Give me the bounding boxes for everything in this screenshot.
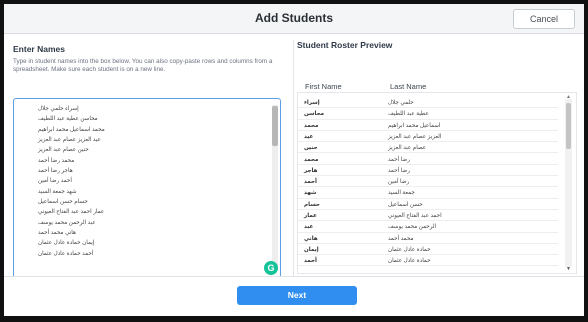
enter-names-title: Enter Names [13, 44, 65, 54]
table-row: حسام حسن اسماعيل [298, 200, 558, 210]
textarea-scrollbar-thumb[interactable] [272, 106, 278, 146]
textarea-line: إسراء حلمي جلال [38, 106, 79, 112]
first-name-cell: عيد [304, 133, 314, 140]
table-row: محاسن عطية عبد اللطيف [298, 109, 558, 120]
textarea-line: شهد جمعة السيد [38, 188, 77, 195]
table-row: عبد الرحمن محمد يوسف [298, 222, 558, 233]
last-name-cell: جمعة السيد [388, 190, 415, 197]
textarea-line: هاجر رضا أحمد [38, 168, 73, 175]
first-name-cell: محمد [304, 122, 319, 129]
last-name-cell: حمادة عادل عثمان [388, 246, 431, 253]
last-name-cell: احمد عبد الفتاح العيوني [388, 213, 442, 219]
first-name-cell: أحمد [304, 179, 317, 186]
last-name-cell: عطية عبد اللطيف [388, 111, 429, 118]
textarea-line: حسام حسن اسماعيل [38, 199, 88, 206]
last-name-cell: رضا أحمد [388, 156, 410, 163]
roster-preview-table: إسراء حلمي جلال محاسن عطية عبد اللطيف محمد اس… [297, 92, 577, 274]
textarea-line: عبد الرحمن محمد يوسف [38, 219, 96, 226]
last-name-header: Last Name [390, 82, 427, 91]
table-row: إيمان حمادة عادل عثمان [298, 245, 558, 256]
last-name-cell: حلمي جلال [388, 100, 414, 106]
table-row: هاجر رضا أحمد [298, 166, 558, 177]
last-name-cell: اسماعيل محمد ابراهيم [388, 122, 441, 129]
last-name-cell: رضا أمين [388, 179, 410, 186]
textarea-line: هاني محمد أحمد [38, 230, 76, 237]
textarea-line: أحمد حمادة عادل عثمان [38, 250, 94, 257]
table-row: حنين عصام عبد العزيز [298, 143, 558, 154]
first-name-cell: شهد [304, 190, 317, 197]
last-name-cell: محمد أحمد [388, 235, 414, 242]
enter-names-section: Enter Names Type in student names into t… [13, 44, 283, 278]
last-name-cell: حمادة عادل عثمان [388, 258, 431, 265]
dialog-header: Add Students Cancel [4, 4, 584, 34]
first-name-header: First Name [305, 82, 342, 91]
textarea-line: محاسن عطية عبد اللطيف [38, 116, 98, 123]
table-row: أحمد رضا أمين [298, 177, 558, 188]
table-row: محمد رضا أحمد [298, 155, 558, 165]
first-name-cell: أحمد [304, 258, 317, 265]
table-row: هاني محمد أحمد [298, 234, 558, 244]
first-name-cell: حسام [304, 201, 320, 208]
first-name-cell: محاسن [304, 111, 325, 118]
last-name-cell: رضا أحمد [388, 167, 410, 174]
textarea-line: محمد رضا أحمد [38, 157, 75, 164]
names-textarea[interactable]: إسراء حلمي جلال محاسن عطية عبد اللطيف محمد… [13, 98, 281, 278]
dialog-footer: Next [4, 276, 584, 312]
textarea-line: أحمد رضا أمين [38, 178, 72, 185]
table-row: إسراء حلمي جلال [298, 98, 558, 109]
section-divider [293, 40, 294, 280]
first-name-cell: حنين [304, 145, 318, 152]
first-name-cell: هاني [304, 235, 318, 242]
table-row: محمد اسماعيل محمد ابراهيم [298, 121, 558, 131]
cancel-button[interactable]: Cancel [513, 9, 575, 29]
scroll-down-arrow-icon[interactable]: ▼ [566, 266, 571, 272]
names-textarea-content: إسراء حلمي جلال محاسن عطية عبد اللطيف محمد… [38, 104, 272, 259]
table-row: شهد جمعة السيد [298, 188, 558, 199]
textarea-line: عمار احمد عبد الفتاح العيوني [38, 209, 105, 216]
first-name-cell: محمد [304, 156, 319, 163]
table-row: عمار احمد عبد الفتاح العيوني [298, 211, 558, 222]
last-name-cell: الرحمن محمد يوسف [388, 224, 437, 231]
grammar-check-icon[interactable]: G [264, 261, 278, 275]
first-name-cell: إيمان [304, 246, 319, 253]
textarea-line: حنين عصام عبد العزيز [38, 147, 89, 154]
textarea-line: محمد اسماعيل محمد ابراهيم [38, 126, 105, 133]
first-name-cell: عمار [304, 213, 317, 219]
last-name-cell: حسن اسماعيل [388, 201, 423, 208]
table-row: عيد العزيز عصام عبد العزيز [298, 132, 558, 143]
textarea-line: إيمان حمادة عادل عثمان [38, 240, 95, 247]
dialog-title: Add Students [255, 11, 333, 25]
next-button[interactable]: Next [237, 286, 357, 305]
last-name-cell: العزيز عصام عبد العزيز [388, 133, 442, 140]
first-name-cell: إسراء [304, 100, 320, 106]
table-row: أحمد حمادة عادل عثمان [298, 256, 558, 267]
preview-scrollbar-thumb[interactable] [566, 103, 571, 149]
enter-names-instructions: Type in student names into the box below… [13, 58, 273, 73]
roster-preview-title: Student Roster Preview [297, 40, 393, 50]
roster-preview-section: Student Roster Preview [297, 40, 575, 50]
first-name-cell: عبد [304, 224, 314, 231]
textarea-line: عيد العزيز عصام عبد العزيز [38, 137, 101, 144]
last-name-cell: عصام عبد العزيز [388, 145, 427, 152]
scroll-up-arrow-icon[interactable]: ▲ [566, 94, 571, 100]
first-name-cell: هاجر [304, 167, 318, 174]
